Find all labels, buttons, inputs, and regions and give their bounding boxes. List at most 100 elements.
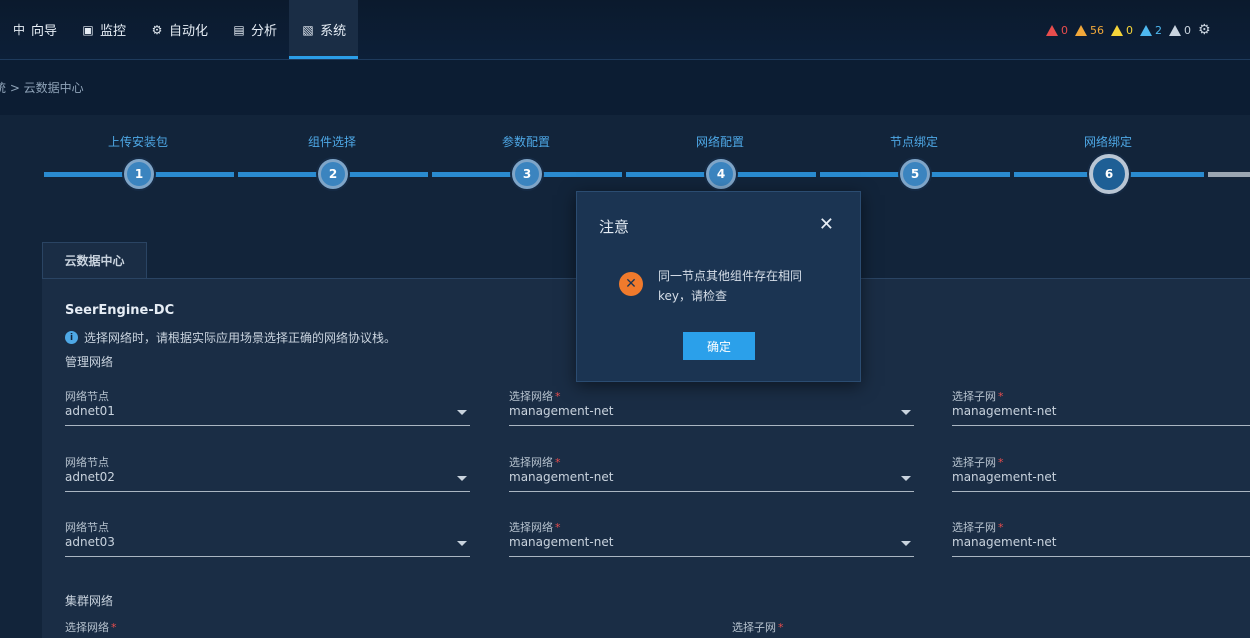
alarm-info[interactable]: 0 xyxy=(1169,24,1191,37)
step-number: 4 xyxy=(706,159,736,189)
node-select[interactable]: 网络节点 adnet02 xyxy=(65,454,470,494)
step-6: 网络绑定 6 xyxy=(1011,115,1205,195)
dialog-message: 同一节点其他组件存在相同key，请检查 xyxy=(658,269,803,303)
label-text: 选择子网 xyxy=(952,456,996,469)
required-mark: * xyxy=(111,621,117,634)
field-value: management-net xyxy=(952,404,1057,418)
cluster-network-title: 集群网络 xyxy=(65,594,114,608)
field-value: management-net xyxy=(509,404,614,418)
network-select[interactable]: 选择网络 * management-net xyxy=(509,519,914,559)
required-mark: * xyxy=(778,621,784,634)
field-label: 选择子网 * xyxy=(952,454,1004,470)
info-notice: i 选择网络时，请根据实际应用场景选择正确的网络协议栈。 xyxy=(65,329,396,346)
nav-item-label: 分析 xyxy=(251,24,278,39)
field-value: management-net xyxy=(509,535,614,549)
nav-item-system[interactable]: ▧ 系统 xyxy=(289,0,359,59)
field-value: management-net xyxy=(952,470,1057,484)
field-underline xyxy=(952,425,1250,426)
step-label: 网络绑定 xyxy=(1083,135,1132,149)
field-underline xyxy=(509,556,914,557)
step-label: 节点绑定 xyxy=(889,135,938,149)
alarm-settings-icon[interactable]: ⚙ xyxy=(1198,22,1214,38)
network-select[interactable]: 选择网络 * management-net xyxy=(509,388,914,428)
field-label: 网络节点 xyxy=(65,456,109,469)
chevron-down-icon xyxy=(901,410,911,415)
info-icon: i xyxy=(65,331,78,344)
required-mark: * xyxy=(998,390,1004,403)
cluster-subnet-select[interactable]: 选择子网 * xyxy=(732,619,1137,638)
system-icon: ▧ xyxy=(302,22,314,37)
label-text: 选择网络 xyxy=(509,521,553,534)
step-number: 2 xyxy=(318,159,348,189)
compass-icon: 中 xyxy=(12,23,25,37)
step-number: 6 xyxy=(1089,154,1129,194)
field-value: adnet03 xyxy=(65,535,115,549)
node-select[interactable]: 网络节点 adnet01 xyxy=(65,388,470,428)
label-text: 选择子网 xyxy=(952,390,996,403)
nav-menu: 中 向导 ▣ 监控 ⚙ 自动化 ▤ 分析 ▧ 系统 xyxy=(0,0,359,59)
cluster-network-select[interactable]: 选择网络 * xyxy=(65,619,470,638)
subnet-select[interactable]: 选择子网 * management-net xyxy=(952,454,1250,494)
field-value: adnet02 xyxy=(65,470,115,484)
nav-item-monitor[interactable]: ▣ 监控 xyxy=(69,0,138,59)
mgmt-network-title: 管理网络 xyxy=(65,355,114,369)
alarm-major[interactable]: 56 xyxy=(1075,24,1104,37)
required-mark: * xyxy=(555,390,561,403)
alarm-critical[interactable]: 0 xyxy=(1046,24,1068,37)
info-text: 选择网络时，请根据实际应用场景选择正确的网络协议栈。 xyxy=(84,331,397,345)
field-underline xyxy=(952,556,1250,557)
chevron-down-icon xyxy=(457,410,467,415)
field-label: 网络节点 xyxy=(65,521,109,534)
chevron-down-icon xyxy=(901,476,911,481)
dialog-title: 注意 xyxy=(599,218,630,236)
close-icon[interactable]: ✕ xyxy=(819,216,834,234)
step-number: 1 xyxy=(124,159,154,189)
warning-triangle-icon xyxy=(1046,24,1058,36)
product-title: SeerEngine-DC xyxy=(65,303,175,318)
step-1: 上传安装包 1 xyxy=(41,115,235,195)
alarm-count: 2 xyxy=(1155,23,1162,37)
error-icon: ✕ xyxy=(619,272,643,296)
confirm-button[interactable]: 确定 xyxy=(683,332,755,360)
step-5: 节点绑定 5 xyxy=(817,115,1011,195)
alarm-minor[interactable]: 0 xyxy=(1111,24,1133,37)
field-underline xyxy=(509,425,914,426)
attention-dialog: 注意 ✕ ✕ 同一节点其他组件存在相同key，请检查 确定 xyxy=(576,191,861,382)
field-value: management-net xyxy=(952,535,1057,549)
node-select[interactable]: 网络节点 adnet03 xyxy=(65,519,470,559)
alarm-count: 56 xyxy=(1090,23,1104,37)
field-label: 选择子网 * xyxy=(732,619,784,635)
alarm-warning[interactable]: 2 xyxy=(1140,24,1162,37)
nav-item-label: 监控 xyxy=(100,24,127,39)
field-label: 选择网络 * xyxy=(65,619,117,635)
step-connector-pending xyxy=(1208,172,1250,177)
label-text: 选择子网 xyxy=(732,621,776,634)
alarm-summary[interactable]: 0 56 0 2 0 ⚙ xyxy=(1042,22,1214,38)
chevron-down-icon xyxy=(457,541,467,546)
subnet-select[interactable]: 选择子网 * management-net xyxy=(952,519,1250,559)
tab-cloud-datacenter[interactable]: 云数据中心 xyxy=(42,242,147,278)
step-label: 组件选择 xyxy=(307,135,356,149)
subnet-select[interactable]: 选择子网 * management-net xyxy=(952,388,1250,428)
step-number: 3 xyxy=(512,159,542,189)
required-mark: * xyxy=(555,456,561,469)
nav-item-guide[interactable]: 中 向导 xyxy=(0,0,69,59)
label-text: 选择子网 xyxy=(952,521,996,534)
nav-item-label: 系统 xyxy=(320,24,347,39)
required-mark: * xyxy=(555,521,561,534)
field-underline xyxy=(65,425,470,426)
label-text: 选择网络 xyxy=(65,621,109,634)
alarm-count: 0 xyxy=(1061,23,1068,37)
nav-item-analysis[interactable]: ▤ 分析 xyxy=(220,0,289,59)
field-underline xyxy=(65,491,470,492)
network-select[interactable]: 选择网络 * management-net xyxy=(509,454,914,494)
field-label: 选择网络 * xyxy=(509,519,561,535)
monitor-icon: ▣ xyxy=(82,22,94,37)
breadcrumb-bar: 统 > 云数据中心 xyxy=(0,60,1250,115)
nav-item-automation[interactable]: ⚙ 自动化 xyxy=(138,0,220,59)
step-3: 参数配置 3 xyxy=(429,115,623,195)
field-label: 选择子网 * xyxy=(952,519,1004,535)
nav-item-label: 向导 xyxy=(31,24,58,39)
top-navigation: 中 向导 ▣ 监控 ⚙ 自动化 ▤ 分析 ▧ 系统 0 56 0 2 0 ⚙ xyxy=(0,0,1250,60)
chart-icon: ▤ xyxy=(233,22,245,37)
